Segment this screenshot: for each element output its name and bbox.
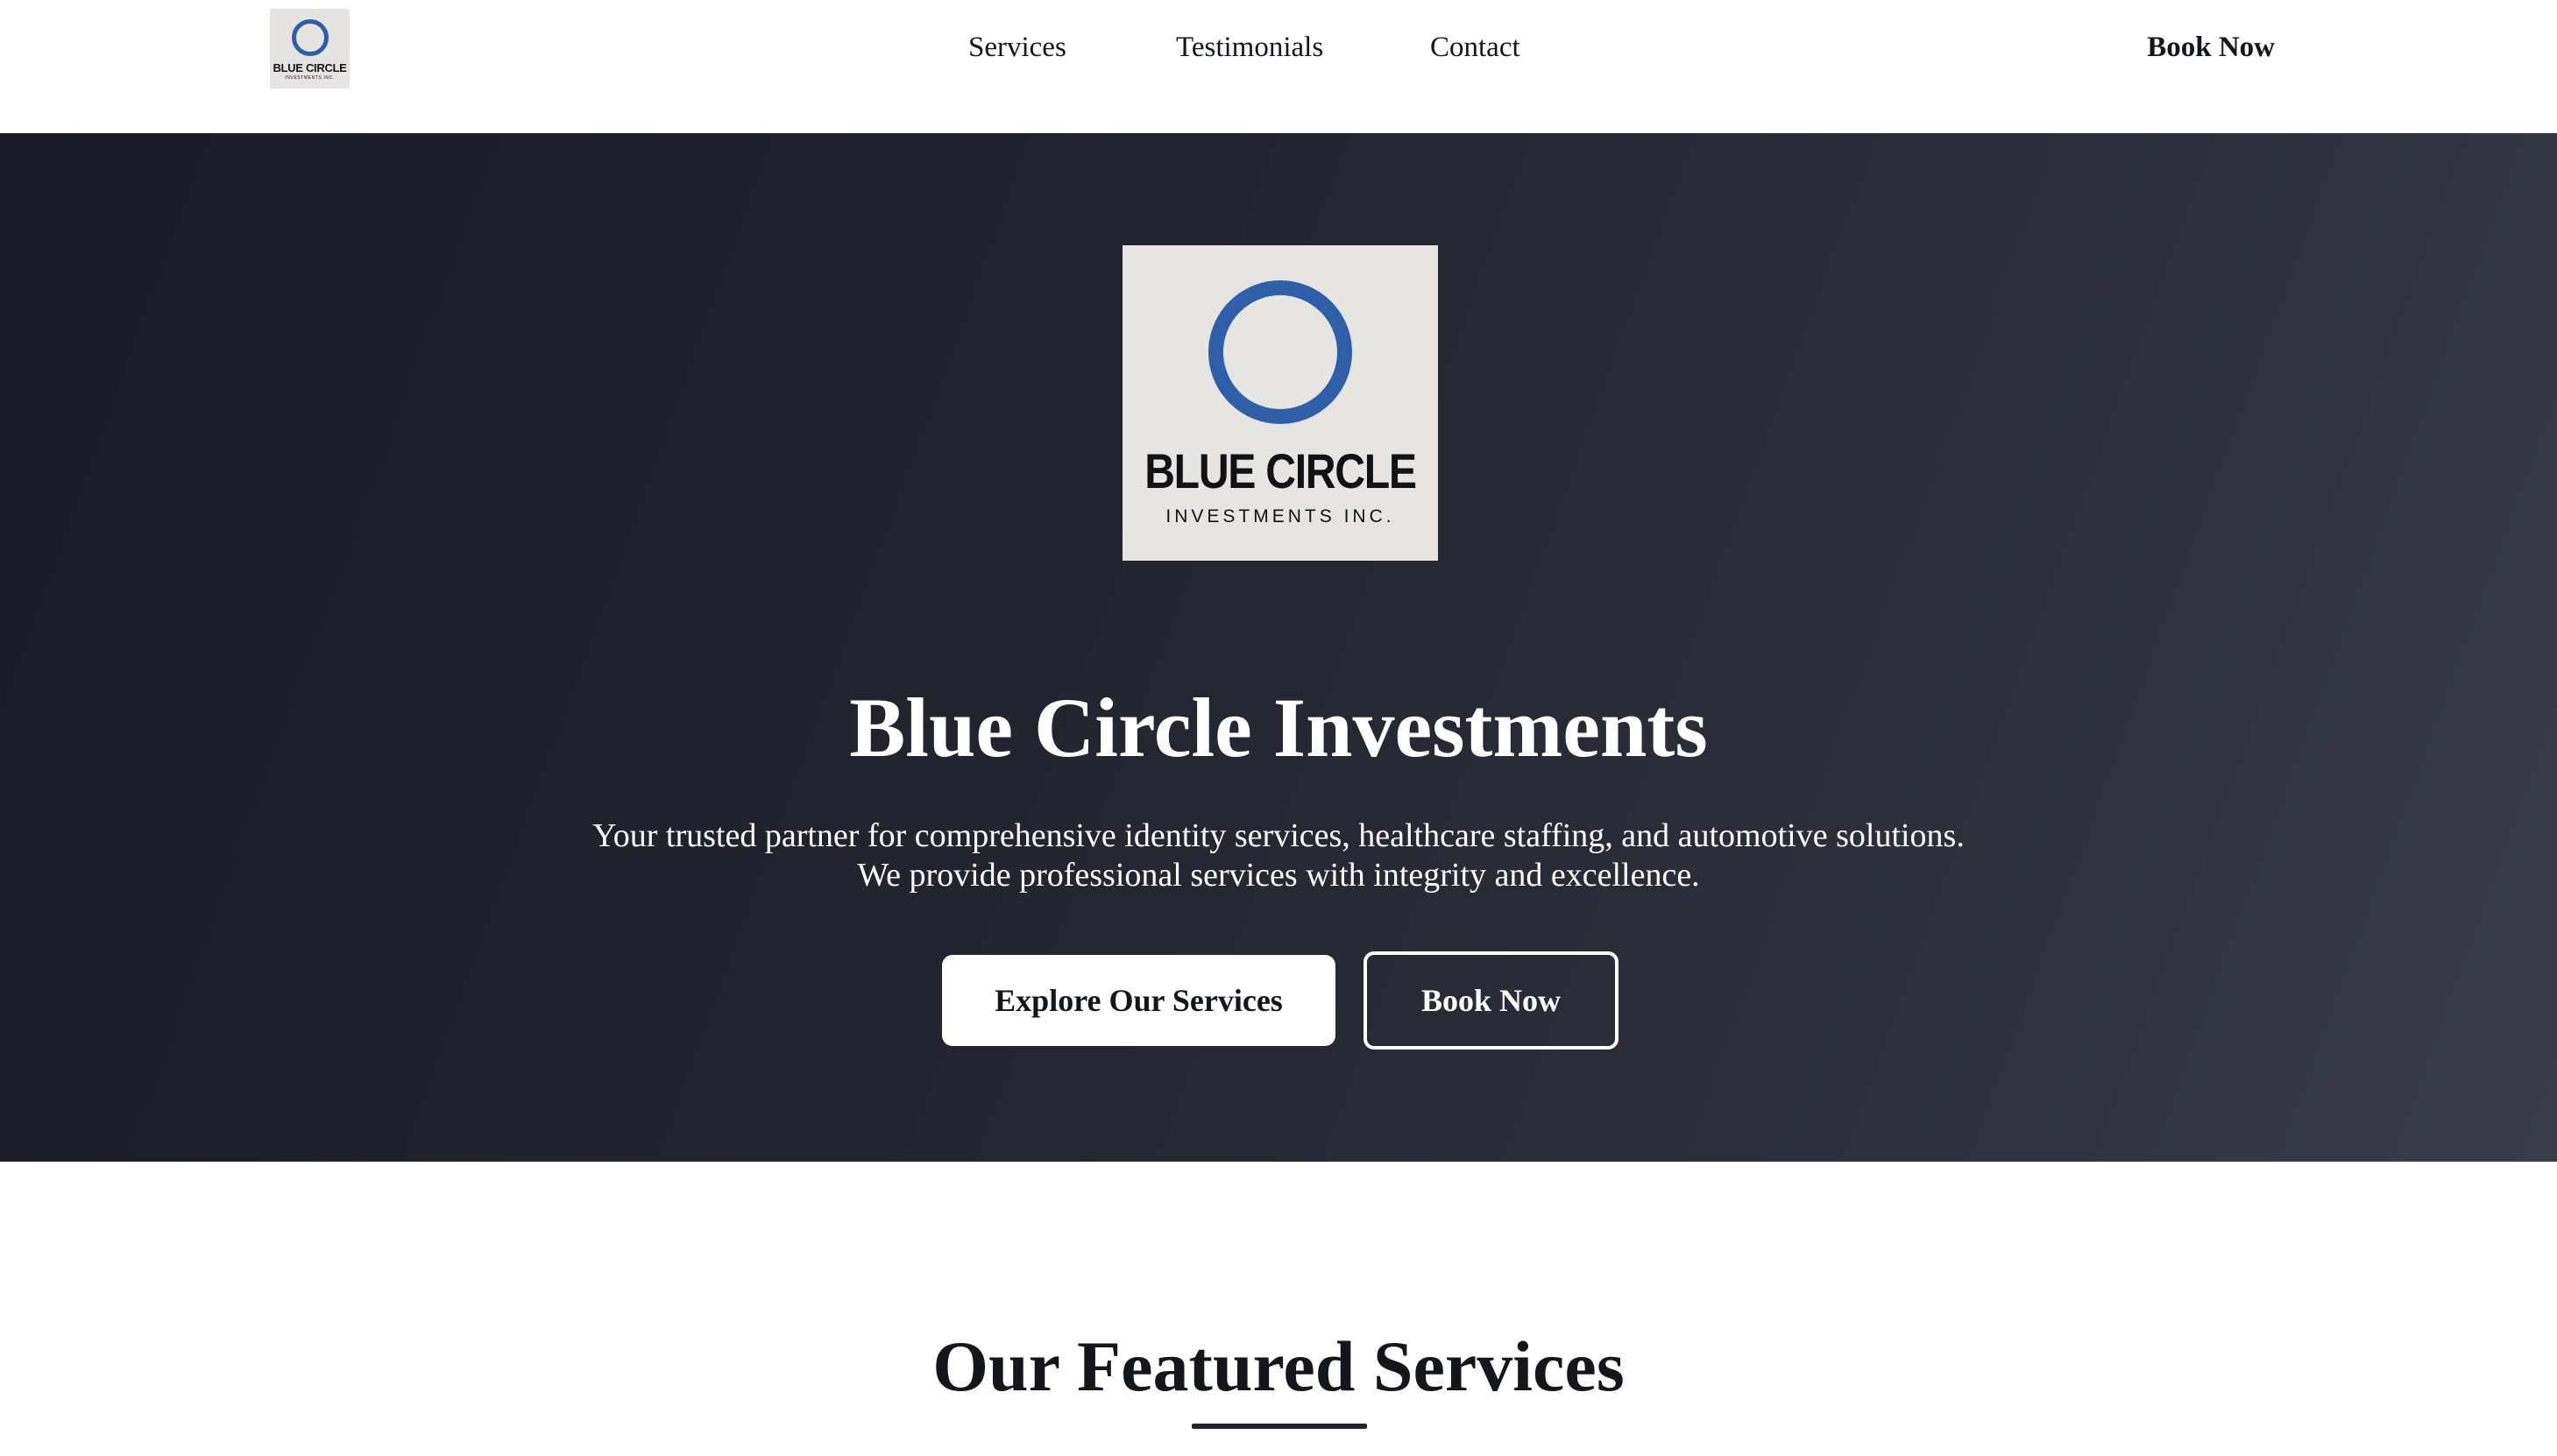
nav-contact-link[interactable]: Contact bbox=[1430, 32, 1520, 64]
site-header: BLUE CIRCLE INVESTMENTS INC. Services Te… bbox=[0, 0, 2557, 133]
header-book-now-button[interactable]: Book Now bbox=[2147, 32, 2275, 64]
hero-title: Blue Circle Investments bbox=[849, 681, 1708, 774]
explore-services-button[interactable]: Explore Our Services bbox=[942, 955, 1335, 1046]
hero-logo-subtitle: INVESTMENTS INC. bbox=[1165, 506, 1395, 527]
header-logo-brand: BLUE CIRCLE bbox=[273, 61, 347, 74]
hero-subtitle-line-2: We provide professional services with in… bbox=[857, 857, 1700, 894]
hero-book-now-button[interactable]: Book Now bbox=[1363, 951, 1618, 1050]
hero-logo-brand: BLUE CIRCLE bbox=[1144, 443, 1417, 498]
featured-services-title: Our Featured Services bbox=[932, 1326, 1625, 1406]
title-underline-divider bbox=[1192, 1424, 1367, 1429]
hero-subtitle-line-1: Your trusted partner for comprehensive i… bbox=[592, 817, 1965, 854]
hero-logo: BLUE CIRCLE INVESTMENTS INC. bbox=[1123, 245, 1438, 561]
circle-logo-icon bbox=[291, 19, 329, 56]
header-logo[interactable]: BLUE CIRCLE INVESTMENTS INC. bbox=[270, 9, 350, 88]
hero-section: BLUE CIRCLE INVESTMENTS INC. Blue Circle… bbox=[0, 133, 2557, 1162]
nav-services-link[interactable]: Services bbox=[968, 32, 1066, 64]
hero-subtitle: Your trusted partner for comprehensive i… bbox=[0, 816, 2557, 895]
nav-testimonials-link[interactable]: Testimonials bbox=[1176, 32, 1323, 64]
header-logo-subtitle: INVESTMENTS INC. bbox=[285, 75, 335, 81]
circle-logo-icon bbox=[1208, 280, 1352, 424]
